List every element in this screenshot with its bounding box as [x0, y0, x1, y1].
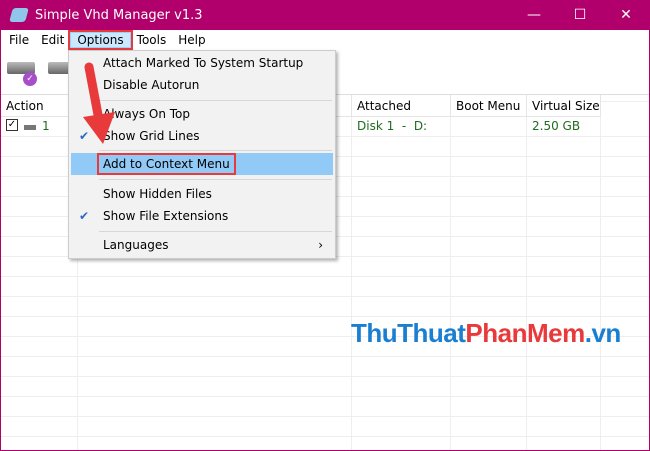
watermark-part: ThuThuat — [351, 318, 466, 348]
close-button[interactable]: ✕ — [603, 7, 649, 23]
menu-item-label: Add to Context Menu — [97, 153, 236, 175]
maximize-button[interactable]: ☐ — [557, 7, 603, 23]
column-header-boot-menu[interactable]: Boot Menu — [451, 95, 527, 117]
menu-file[interactable]: File — [3, 33, 35, 47]
watermark-part: .vn — [584, 318, 622, 348]
watermark: ThuThuatPhanMem.vn — [351, 318, 621, 349]
drive-icon — [24, 125, 36, 130]
minimize-button[interactable]: — — [511, 7, 557, 23]
menu-bar: File Edit Options Tools Help — [1, 30, 649, 50]
title-bar: Simple Vhd Manager v1.3 — ☐ ✕ — [1, 0, 649, 30]
menu-tools[interactable]: Tools — [131, 33, 173, 47]
column-header-action[interactable]: Action — [1, 95, 78, 117]
menu-help[interactable]: Help — [172, 33, 211, 47]
menu-item-languages[interactable]: Languages › — [71, 234, 333, 256]
row-checkbox[interactable]: ✓ — [6, 119, 18, 131]
row-attached: Disk 1 - D: — [357, 119, 428, 133]
menu-options[interactable]: Options — [68, 30, 133, 50]
menu-item-label: Languages — [103, 238, 169, 252]
app-window: Simple Vhd Manager v1.3 — ☐ ✕ File Edit … — [1, 0, 649, 450]
menu-item-show-file-extensions[interactable]: ✔ Show File Extensions — [71, 205, 333, 227]
column-header-attached[interactable]: Attached — [352, 95, 451, 117]
menu-item-add-context-menu[interactable]: Add to Context Menu — [71, 153, 333, 175]
row-number: 1 — [42, 119, 50, 133]
watermark-part: PhanMem — [465, 318, 585, 348]
submenu-arrow-icon: › — [318, 238, 323, 252]
menu-item-show-hidden-files[interactable]: Show Hidden Files — [71, 183, 333, 205]
app-icon — [9, 8, 29, 22]
row-virtual-size: 2.50 GB — [532, 119, 581, 133]
checkmark-icon: ✔ — [79, 209, 90, 223]
annotation-arrow-icon — [83, 62, 115, 144]
column-header-virtual-size[interactable]: Virtual Size — [527, 95, 601, 117]
menu-edit[interactable]: Edit — [35, 33, 70, 47]
menu-item-label: Show File Extensions — [103, 209, 229, 223]
window-title: Simple Vhd Manager v1.3 — [35, 7, 203, 23]
check-badge-icon: ✓ — [23, 72, 37, 86]
